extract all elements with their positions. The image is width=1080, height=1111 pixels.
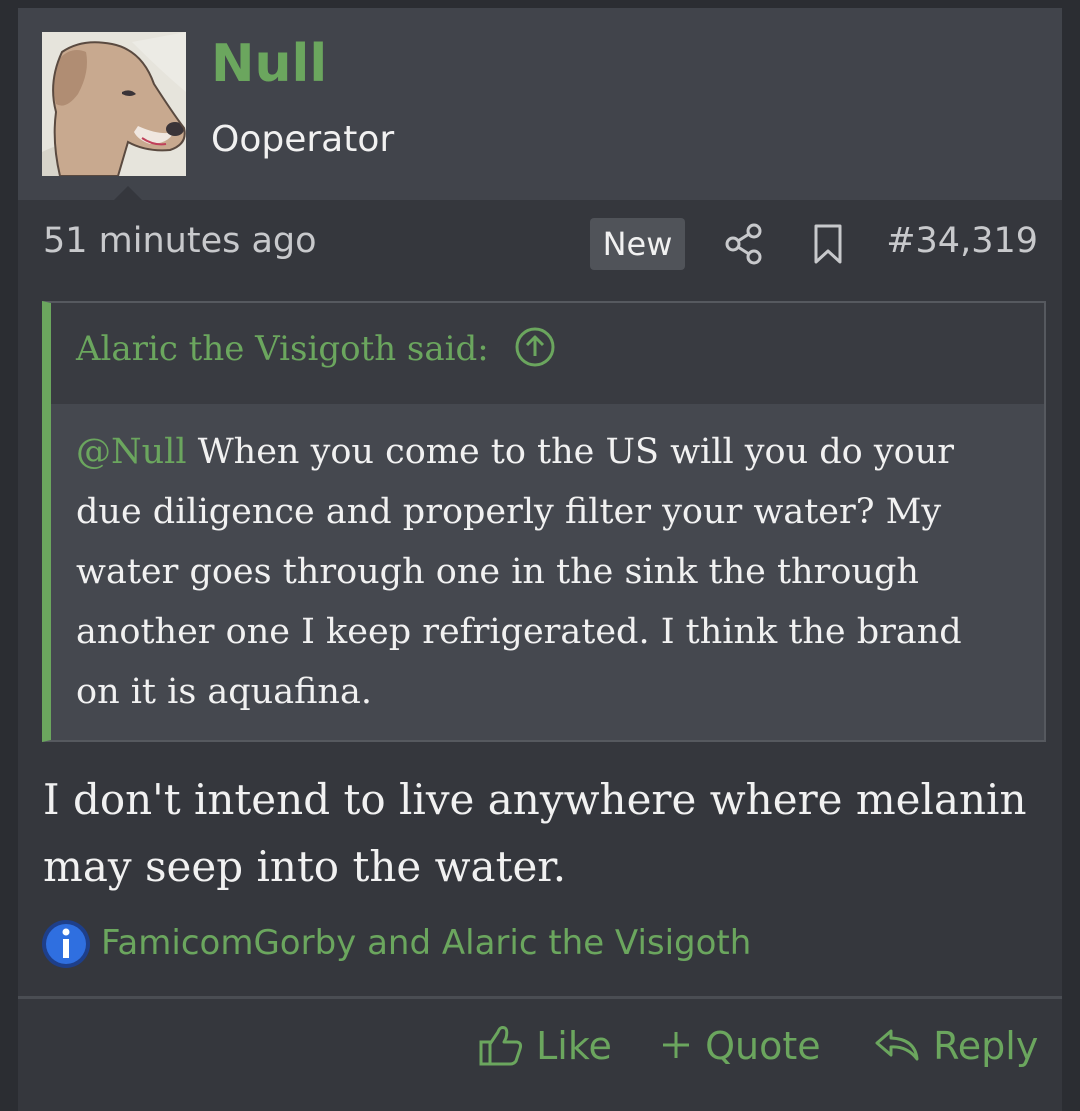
reply-icon bbox=[875, 1029, 919, 1060]
post-time[interactable]: 51 minutes ago bbox=[43, 224, 317, 259]
post-message: I don't intend to live anywhere where me… bbox=[43, 775, 1027, 891]
thumbs-up-icon bbox=[479, 1025, 523, 1065]
quote-button[interactable]: Quote bbox=[659, 1021, 821, 1071]
arrow-up-circle-icon[interactable] bbox=[514, 326, 556, 368]
post-actions: Like Quote Reply bbox=[18, 999, 1062, 1111]
forum-post: Null Ooperator 51 minutes ago New #34,31… bbox=[18, 8, 1062, 1111]
new-badge: New bbox=[590, 218, 685, 270]
share-icon[interactable] bbox=[724, 222, 764, 266]
quote-header: Alaric the Visigoth said: bbox=[51, 303, 1044, 404]
post-meta: 51 minutes ago New #34,319 bbox=[18, 200, 1062, 300]
info-icon bbox=[42, 920, 90, 968]
plus-icon bbox=[663, 1031, 689, 1058]
quote-content: When you come to the US will you do your… bbox=[76, 432, 962, 712]
reply-button[interactable]: Reply bbox=[873, 1021, 1038, 1071]
post-number[interactable]: #34,319 bbox=[886, 224, 1038, 259]
like-button[interactable]: Like bbox=[478, 1021, 612, 1071]
reply-label: Reply bbox=[933, 1024, 1039, 1068]
header-caret bbox=[114, 186, 142, 200]
like-label: Like bbox=[536, 1024, 612, 1068]
quote-author-said: Alaric the Visigoth said: bbox=[76, 329, 489, 369]
avatar[interactable] bbox=[42, 32, 186, 176]
quote-block: Alaric the Visigoth said: @Null When you… bbox=[42, 301, 1046, 742]
quote-text: @Null When you come to the US will you d… bbox=[76, 422, 1016, 722]
mention-link[interactable]: @Null bbox=[76, 432, 187, 472]
dog-avatar-image bbox=[42, 32, 186, 176]
reaction-users[interactable]: FamicomGorby and Alaric the Visigoth bbox=[101, 926, 751, 960]
bookmark-icon[interactable] bbox=[812, 222, 844, 266]
quote-body: @Null When you come to the US will you d… bbox=[51, 404, 1044, 740]
username[interactable]: Null bbox=[211, 38, 327, 90]
post-header: Null Ooperator bbox=[18, 8, 1062, 200]
quote-attribution[interactable]: Alaric the Visigoth said: bbox=[76, 326, 556, 372]
quote-label: Quote bbox=[705, 1024, 821, 1068]
user-title: Ooperator bbox=[211, 119, 395, 160]
